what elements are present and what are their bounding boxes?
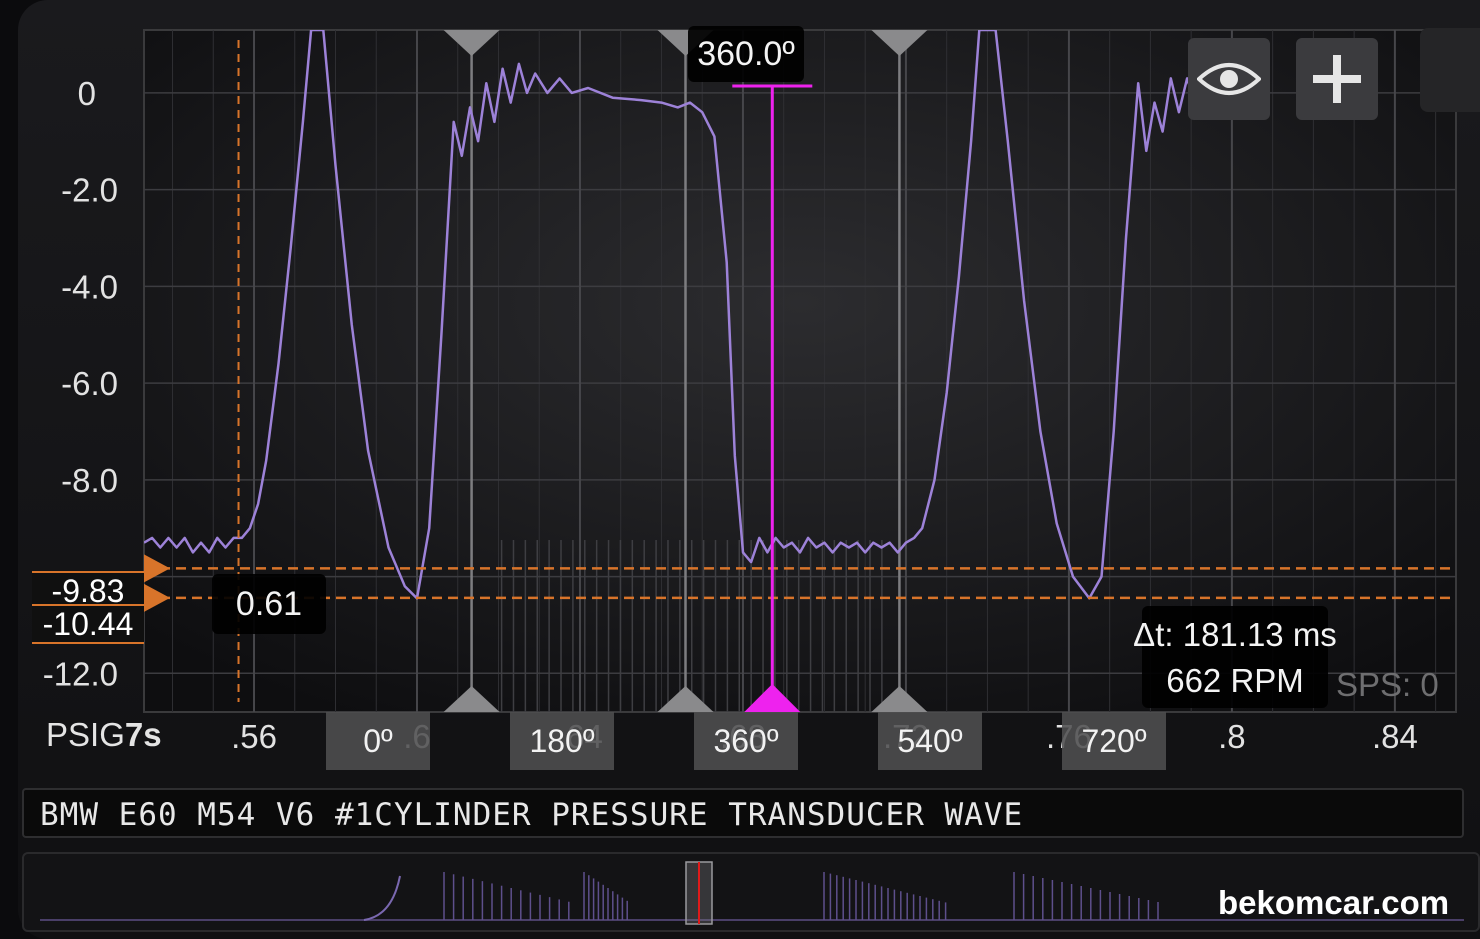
x-tick-label: .84 bbox=[1372, 718, 1418, 755]
add-channel-button[interactable] bbox=[1296, 38, 1378, 120]
lower-cursor-value[interactable]: -10.44 bbox=[32, 604, 144, 644]
angle-cursor-readout: 360.0º bbox=[688, 26, 804, 82]
waveform-title: BMW E60 M54 V6 #1CYLINDER PRESSURE TRANS… bbox=[22, 788, 1464, 838]
side-panel-handle[interactable] bbox=[1420, 28, 1480, 112]
time-span-text: 7s bbox=[124, 716, 162, 753]
axis-unit-label: PSIG7s bbox=[46, 716, 162, 754]
crank-marker-180[interactable]: 180º bbox=[510, 712, 614, 770]
sps-readout: SPS: 0 bbox=[1336, 666, 1439, 703]
measurement-box: Δt: 181.13 ms 662 RPM bbox=[1133, 606, 1337, 708]
eye-icon bbox=[1197, 63, 1261, 95]
visibility-toggle-button[interactable] bbox=[1188, 38, 1270, 120]
x-tick-label: .8 bbox=[1218, 718, 1246, 755]
y-tick-label: -12.0 bbox=[43, 655, 118, 692]
unit-text: PSIG bbox=[46, 716, 125, 753]
y-tick-label: -6.0 bbox=[61, 365, 118, 402]
delta-time-value: Δt: 181.13 ms bbox=[1133, 616, 1337, 653]
y-tick-label: 0 bbox=[78, 75, 96, 112]
watermark: bekomcar.com bbox=[1218, 884, 1450, 921]
plus-icon bbox=[1313, 55, 1361, 103]
crank-marker-720[interactable]: 720º bbox=[1062, 712, 1166, 770]
crank-marker-360[interactable]: 360º bbox=[694, 712, 798, 770]
y-tick-label: -4.0 bbox=[61, 268, 118, 305]
overview-spike bbox=[363, 875, 401, 921]
x-tick-label: .56 bbox=[231, 718, 277, 755]
time-cursor-readout: 0.61 bbox=[212, 574, 326, 634]
y-tick-label: -2.0 bbox=[61, 172, 118, 209]
y-tick-label: -8.0 bbox=[61, 462, 118, 499]
rpm-value: 662 RPM bbox=[1166, 662, 1304, 699]
crank-marker-540[interactable]: 540º bbox=[878, 712, 982, 770]
crank-marker-0[interactable]: 0º bbox=[326, 712, 430, 770]
